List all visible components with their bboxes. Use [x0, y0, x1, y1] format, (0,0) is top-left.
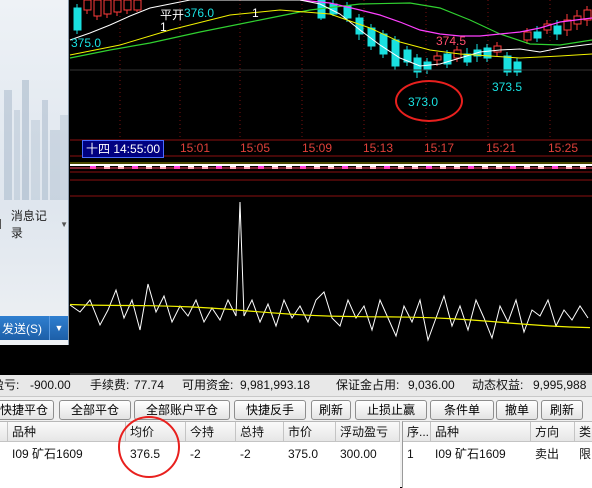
time-tick: 15:09 — [302, 141, 333, 155]
time-tick: 15:25 — [548, 141, 579, 155]
time-cursor-badge: 十四 14:55:00 — [82, 140, 165, 158]
price-label-375: 375.0 — [71, 36, 102, 50]
candle-body — [73, 7, 82, 31]
send-button-label: 发送(S) — [2, 321, 42, 336]
time-tick: 15:21 — [486, 141, 517, 155]
candle-body — [483, 47, 492, 59]
trade-toolbar: 快捷平仓 全部平仓 全部账户平仓 快捷反手 刷新 止损止赢 条件单 撤单 刷新 — [0, 397, 592, 421]
caret-down-icon: ▼ — [60, 219, 68, 229]
price-label-374-5: 374.5 — [436, 34, 467, 48]
pnl-label: 盈亏: — [0, 378, 20, 392]
close-all-accounts-button[interactable]: 全部账户平仓 — [134, 400, 230, 420]
candle-body — [423, 61, 432, 71]
message-log-label: 消息记录 — [10, 209, 47, 240]
chat-side-panel: 消息记录 ▼ 发送(S) ▼ — [0, 0, 69, 345]
trading-panel: 盈亏: -900.00 手续费: 77.74 可用资金: 9,981,993.1… — [0, 375, 592, 488]
price-label-373: 373.0 — [408, 95, 439, 109]
fee-value: 77.74 — [134, 378, 165, 392]
equity-label: 动态权益: — [472, 378, 524, 392]
condition-order-button[interactable]: 条件单 — [430, 400, 494, 420]
column-header[interactable]: 方向 — [531, 422, 575, 442]
candle-body — [93, 0, 102, 17]
candle-body — [493, 45, 502, 53]
column-header[interactable]: 市价 — [284, 422, 336, 442]
equity-value: 9,995,988 — [533, 378, 587, 392]
city-skyline-image — [4, 80, 68, 200]
candle-body — [123, 0, 132, 11]
candle-body — [433, 55, 442, 61]
cell-avg-price: 376.5 — [130, 447, 161, 461]
cell-total-position: -2 — [240, 447, 251, 461]
positions-table: 品种 均价 今持 总持 市价 浮动盈亏 I09 矿石1609 376.5 -2 … — [0, 416, 400, 488]
account-summary-bar: 盈亏: -900.00 手续费: 77.74 可用资金: 9,981,993.1… — [0, 375, 592, 397]
column-header[interactable]: 浮动盈亏 — [336, 422, 400, 442]
time-tick: 15:17 — [424, 141, 455, 155]
time-tick: 15:13 — [363, 141, 394, 155]
available-funds-value: 9,981,993.18 — [240, 378, 311, 392]
cell-direction: 卖出 — [535, 447, 560, 461]
column-header[interactable]: 类 — [575, 422, 592, 442]
send-button[interactable]: 发送(S) ▼ — [0, 316, 68, 340]
chevron-down-icon[interactable]: ▼ — [49, 316, 68, 340]
pnl-value: -900.00 — [30, 378, 71, 392]
cell-float-pnl: 300.00 — [340, 447, 377, 461]
margin-label: 保证金占用: — [336, 378, 400, 392]
candle-body — [533, 31, 542, 39]
cell-type: 限 — [579, 447, 592, 461]
column-header[interactable]: 序... — [403, 422, 431, 442]
candle-body — [133, 0, 142, 11]
margin-value: 9,036.00 — [408, 378, 455, 392]
candle-body — [113, 0, 122, 13]
cell-symbol: I09 矿石1609 — [435, 447, 506, 461]
candle-body — [523, 31, 532, 41]
refresh-button[interactable]: 刷新 — [311, 400, 351, 420]
cancel-order-button[interactable]: 撤单 — [496, 400, 538, 420]
stop-loss-profit-button[interactable]: 止损止赢 — [355, 400, 427, 420]
candle-body — [103, 0, 112, 15]
cell-today-position: -2 — [190, 447, 201, 461]
close-all-button[interactable]: 全部平仓 — [59, 400, 131, 420]
message-log-dropdown[interactable]: 消息记录 ▼ — [0, 209, 68, 240]
column-header[interactable]: 均价 — [126, 422, 186, 442]
mark-one-a: 1 — [252, 6, 259, 20]
price-chart — [69, 0, 592, 375]
ma-yellow-line — [69, 9, 592, 59]
time-axis: 十四 14:55:00 15:01 15:05 15:09 15:13 15:1… — [70, 140, 592, 158]
chart-area[interactable]: 平开 376.0 1 1 375.0 374.5 373.0 373.5 十四 … — [0, 0, 592, 375]
price-label-373-5: 373.5 — [492, 80, 523, 94]
time-tick: 15:01 — [180, 141, 211, 155]
column-header[interactable]: 品种 — [431, 422, 531, 442]
cell-seq: 1 — [407, 447, 414, 461]
candle-body — [83, 0, 92, 11]
header-spacer — [0, 422, 8, 442]
refresh-orders-button[interactable]: 刷新 — [541, 400, 583, 420]
mark-one-b: 1 — [160, 20, 167, 34]
cell-symbol: I09 矿石1609 — [12, 447, 83, 461]
column-header[interactable]: 品种 — [8, 422, 126, 442]
candle-body — [379, 33, 388, 55]
orders-table: 序... 品种 方向 类 1 I09 矿石1609 卖出 限 — [402, 421, 592, 488]
candle-body — [553, 25, 562, 35]
message-icon — [0, 219, 9, 229]
time-tick: 15:05 — [240, 141, 271, 155]
column-header[interactable]: 今持 — [186, 422, 236, 442]
available-funds-label: 可用资金: — [182, 378, 234, 392]
column-header[interactable]: 总持 — [236, 422, 284, 442]
quick-reverse-button[interactable]: 快捷反手 — [234, 400, 306, 420]
cell-market-price: 375.0 — [288, 447, 319, 461]
fee-label: 手续费: — [90, 378, 130, 392]
quick-close-button[interactable]: 快捷平仓 — [0, 400, 54, 420]
price-label-376: 376.0 — [184, 6, 215, 20]
